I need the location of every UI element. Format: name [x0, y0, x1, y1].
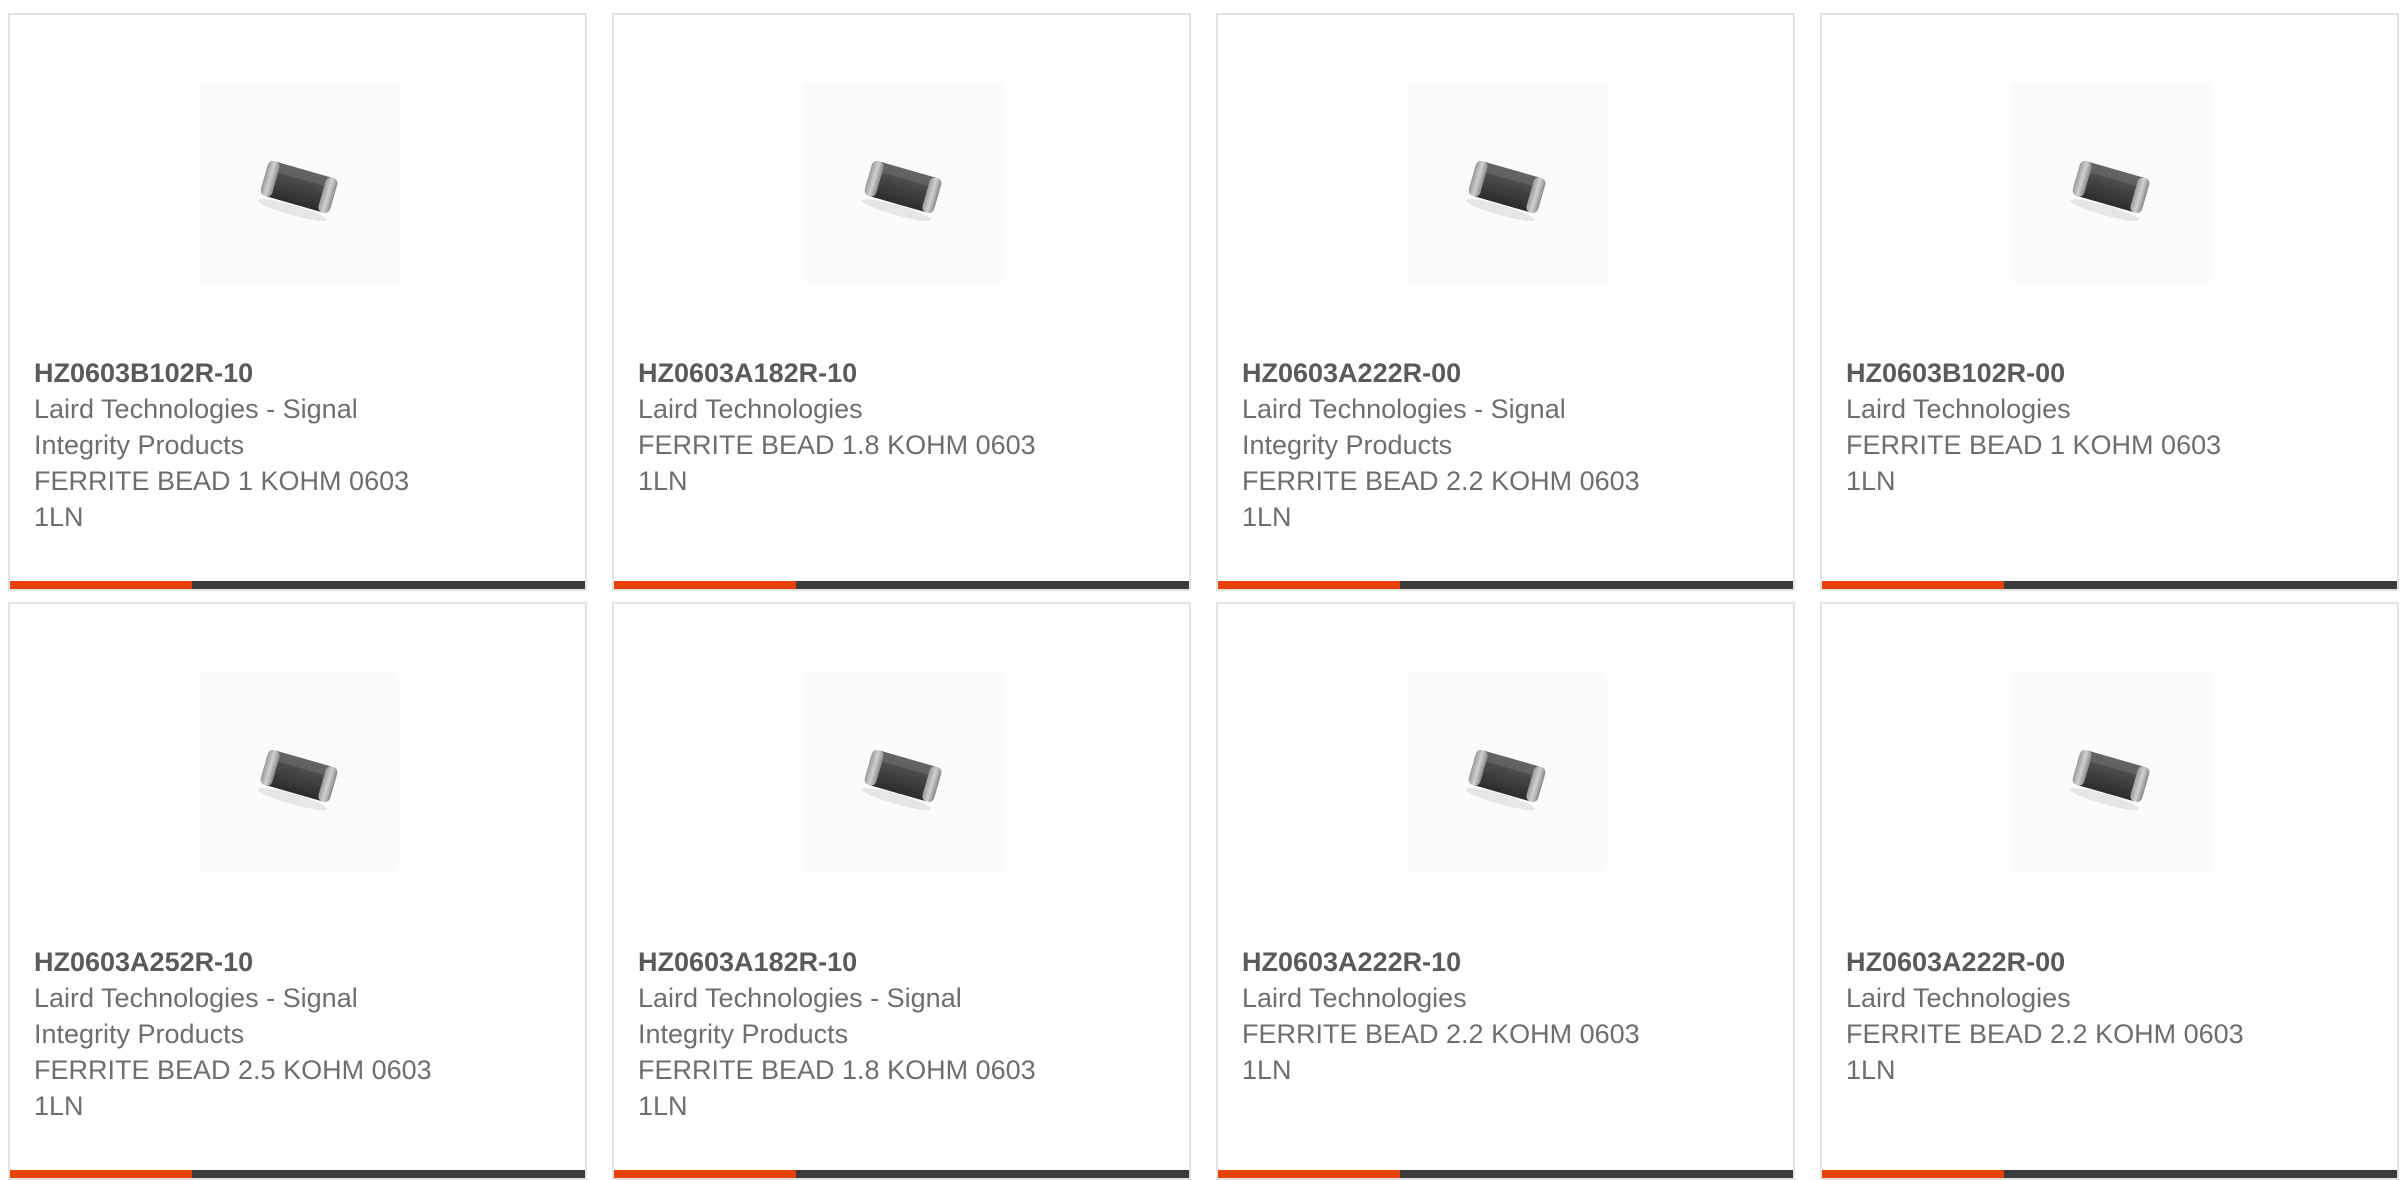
- manufacturer-line-2: Integrity Products: [638, 1019, 849, 1049]
- card-footer-bar: [614, 581, 1189, 589]
- description-line-1: FERRITE BEAD 1 KOHM 0603: [34, 466, 410, 496]
- product-info: HZ0603A222R-00 Laird Technologies FERRIT…: [1846, 944, 2366, 1088]
- product-image[interactable]: [2011, 672, 2211, 872]
- card-footer-bar: [1218, 581, 1793, 589]
- description-line-1: FERRITE BEAD 1.8 KOHM 0603: [638, 430, 1036, 460]
- ferrite-bead-chip-icon: [257, 749, 338, 811]
- part-number[interactable]: HZ0603A182R-10: [638, 944, 1158, 980]
- product-info: HZ0603B102R-10 Laird Technologies - Sign…: [34, 355, 554, 535]
- description-line-1: FERRITE BEAD 2.2 KOHM 0603: [1242, 1019, 1640, 1049]
- product-image[interactable]: [803, 83, 1003, 283]
- manufacturer-line-2: Integrity Products: [1242, 430, 1453, 460]
- product-info: HZ0603A222R-00 Laird Technologies - Sign…: [1242, 355, 1762, 535]
- ferrite-bead-chip-icon: [2069, 160, 2150, 222]
- manufacturer-line-2: Integrity Products: [34, 430, 245, 460]
- card-accent-bar: [614, 581, 796, 589]
- part-number[interactable]: HZ0603A222R-10: [1242, 944, 1762, 980]
- ferrite-bead-chip-icon: [1465, 749, 1546, 811]
- product-info: HZ0603A182R-10 Laird Technologies FERRIT…: [638, 355, 1158, 499]
- product-image[interactable]: [199, 83, 399, 283]
- card-footer-bar: [1822, 1170, 2397, 1178]
- ferrite-bead-chip-icon: [257, 160, 338, 222]
- card-footer-bar: [10, 1170, 585, 1178]
- card-accent-bar: [614, 1170, 796, 1178]
- manufacturer-line-1: Laird Technologies - Signal: [1242, 394, 1566, 424]
- part-number[interactable]: HZ0603A222R-00: [1242, 355, 1762, 391]
- product-card[interactable]: HZ0603B102R-10 Laird Technologies - Sign…: [8, 13, 587, 591]
- description-line-2: 1LN: [638, 1091, 688, 1121]
- product-image[interactable]: [199, 672, 399, 872]
- product-info: HZ0603A182R-10 Laird Technologies - Sign…: [638, 944, 1158, 1124]
- description-line-1: FERRITE BEAD 2.2 KOHM 0603: [1846, 1019, 2244, 1049]
- part-number[interactable]: HZ0603A252R-10: [34, 944, 554, 980]
- part-number[interactable]: HZ0603B102R-00: [1846, 355, 2366, 391]
- product-image[interactable]: [1407, 672, 1607, 872]
- manufacturer-line-1: Laird Technologies: [1846, 394, 2071, 424]
- product-card[interactable]: HZ0603A222R-10 Laird Technologies FERRIT…: [1216, 602, 1795, 1180]
- manufacturer-line-1: Laird Technologies: [1242, 983, 1467, 1013]
- product-info: HZ0603A252R-10 Laird Technologies - Sign…: [34, 944, 554, 1124]
- description-line-1: FERRITE BEAD 2.5 KOHM 0603: [34, 1055, 432, 1085]
- card-accent-bar: [1822, 581, 2004, 589]
- product-card[interactable]: HZ0603A182R-10 Laird Technologies - Sign…: [612, 602, 1191, 1180]
- product-grid: HZ0603B102R-10 Laird Technologies - Sign…: [8, 13, 2399, 1180]
- card-accent-bar: [1218, 1170, 1400, 1178]
- part-number[interactable]: HZ0603A222R-00: [1846, 944, 2366, 980]
- ferrite-bead-chip-icon: [861, 160, 942, 222]
- card-footer-bar: [10, 581, 585, 589]
- description-line-2: 1LN: [34, 1091, 84, 1121]
- card-footer-bar: [1218, 1170, 1793, 1178]
- manufacturer-line-1: Laird Technologies - Signal: [638, 983, 962, 1013]
- ferrite-bead-chip-icon: [1465, 160, 1546, 222]
- product-info: HZ0603A222R-10 Laird Technologies FERRIT…: [1242, 944, 1762, 1088]
- description-line-2: 1LN: [34, 502, 84, 532]
- card-accent-bar: [1218, 581, 1400, 589]
- description-line-1: FERRITE BEAD 2.2 KOHM 0603: [1242, 466, 1640, 496]
- product-info: HZ0603B102R-00 Laird Technologies FERRIT…: [1846, 355, 2366, 499]
- product-image[interactable]: [803, 672, 1003, 872]
- product-card[interactable]: HZ0603A222R-00 Laird Technologies - Sign…: [1216, 13, 1795, 591]
- manufacturer-line-1: Laird Technologies - Signal: [34, 983, 358, 1013]
- ferrite-bead-chip-icon: [861, 749, 942, 811]
- manufacturer-line-1: Laird Technologies: [638, 394, 863, 424]
- description-line-2: 1LN: [1242, 502, 1292, 532]
- product-card[interactable]: HZ0603A182R-10 Laird Technologies FERRIT…: [612, 13, 1191, 591]
- card-footer-bar: [1822, 581, 2397, 589]
- description-line-2: 1LN: [638, 466, 688, 496]
- description-line-2: 1LN: [1846, 1055, 1896, 1085]
- description-line-2: 1LN: [1242, 1055, 1292, 1085]
- product-card[interactable]: HZ0603B102R-00 Laird Technologies FERRIT…: [1820, 13, 2399, 591]
- product-image[interactable]: [2011, 83, 2211, 283]
- manufacturer-line-1: Laird Technologies: [1846, 983, 2071, 1013]
- description-line-2: 1LN: [1846, 466, 1896, 496]
- card-accent-bar: [10, 1170, 192, 1178]
- description-line-1: FERRITE BEAD 1 KOHM 0603: [1846, 430, 2222, 460]
- product-card[interactable]: HZ0603A222R-00 Laird Technologies FERRIT…: [1820, 602, 2399, 1180]
- manufacturer-line-1: Laird Technologies - Signal: [34, 394, 358, 424]
- product-image[interactable]: [1407, 83, 1607, 283]
- ferrite-bead-chip-icon: [2069, 749, 2150, 811]
- card-footer-bar: [614, 1170, 1189, 1178]
- description-line-1: FERRITE BEAD 1.8 KOHM 0603: [638, 1055, 1036, 1085]
- card-accent-bar: [10, 581, 192, 589]
- card-accent-bar: [1822, 1170, 2004, 1178]
- product-card[interactable]: HZ0603A252R-10 Laird Technologies - Sign…: [8, 602, 587, 1180]
- manufacturer-line-2: Integrity Products: [34, 1019, 245, 1049]
- part-number[interactable]: HZ0603A182R-10: [638, 355, 1158, 391]
- part-number[interactable]: HZ0603B102R-10: [34, 355, 554, 391]
